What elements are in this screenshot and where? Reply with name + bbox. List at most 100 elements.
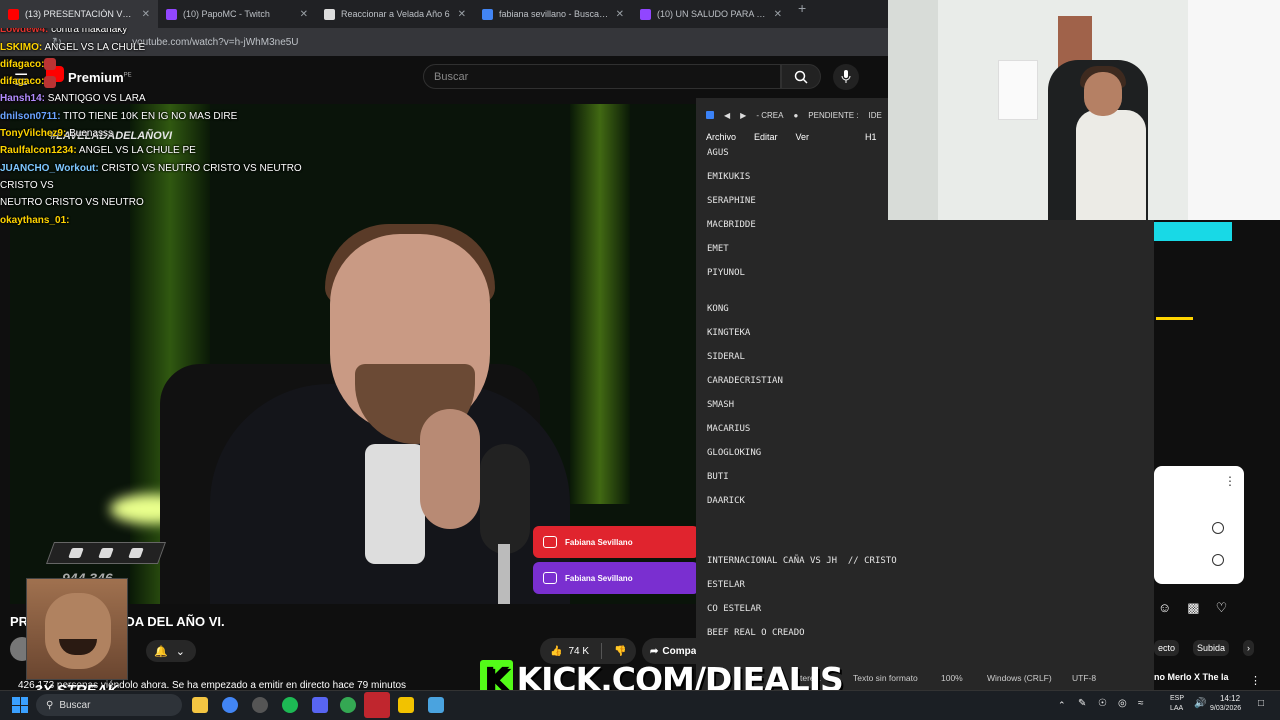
browser-tab[interactable]: (10) PapoMC - Twitch ✕: [158, 0, 316, 28]
notepad-tab[interactable]: IDE: [869, 111, 882, 120]
notepad-line: AGUS: [707, 148, 729, 158]
notepad-menu: Archivo Editar Ver H1: [696, 128, 888, 146]
search-input[interactable]: Buscar: [423, 64, 781, 89]
youtube-icon: [543, 536, 557, 548]
pen-icon[interactable]: ✎: [1078, 698, 1086, 709]
chat-text: TITO TIENE 10K EN IG NO MAS DIRE: [60, 110, 238, 122]
chat-message: difagaco:: [0, 73, 340, 90]
browser-tab[interactable]: (13) PRESENTACIÓN VELADA ✕: [0, 0, 158, 28]
emoji-icon[interactable]: ☺: [1158, 600, 1171, 616]
thumbs-up-icon[interactable]: 👍: [550, 646, 562, 657]
rec-title: no Merlo X The la: [1154, 672, 1229, 682]
chat-username[interactable]: difagaco:: [0, 59, 44, 70]
start-button[interactable]: [12, 697, 28, 713]
chrome-icon[interactable]: [222, 697, 238, 713]
social-icons-banner: [45, 542, 167, 564]
system-tray: ⌃ ✎ ☉ ◎ ≈ ESP LAA 🔊 14:12 9/03/2026 □: [1054, 694, 1274, 716]
spotify-icon[interactable]: [282, 697, 298, 713]
poll-option-radio[interactable]: [1212, 554, 1224, 566]
notepad-icon: [706, 111, 714, 119]
chat-username[interactable]: JUANCHO_Workout:: [0, 163, 99, 174]
poll-option-radio[interactable]: [1212, 522, 1224, 534]
clock-time[interactable]: 14:12: [1220, 694, 1240, 703]
close-tab-icon[interactable]: ✕: [300, 9, 308, 20]
tiktok-icon: [68, 548, 84, 558]
thumbs-down-icon[interactable]: 👎: [614, 646, 626, 657]
browser-tab[interactable]: (10) UN SALUDO PARA PUÑOS ✕: [632, 0, 790, 28]
chat-message: LSKIMO: ANGEL VS LA CHULE: [0, 39, 340, 56]
close-tab-icon[interactable]: ✕: [142, 9, 150, 20]
chat-username[interactable]: LSKIMO:: [0, 42, 42, 53]
chat-banner: [1154, 222, 1232, 241]
volume-icon[interactable]: 🔊: [1194, 698, 1206, 709]
tab-scroll-left[interactable]: ◀: [724, 111, 730, 120]
text-format: Texto sin formato: [853, 673, 918, 683]
taskbar-search[interactable]: ⚲ Buscar: [36, 694, 182, 716]
tab-favicon-icon: [166, 8, 177, 20]
notepad-line: EMET: [707, 244, 729, 254]
notepad-tab[interactable]: - CREA: [756, 111, 783, 120]
chat-username[interactable]: Raulfalcon1234:: [0, 145, 77, 156]
language-code[interactable]: ESP: [1170, 695, 1184, 702]
chat-message: okaythans_01:: [0, 212, 340, 229]
unsaved-dot-icon: ●: [793, 110, 799, 120]
chat-text: Buenasss: [66, 128, 114, 140]
notification-icon[interactable]: □: [1258, 698, 1264, 709]
voice-search-button[interactable]: [833, 64, 859, 90]
tab-title: (13) PRESENTACIÓN VELADA: [25, 9, 137, 19]
close-tab-icon[interactable]: ✕: [458, 9, 466, 20]
obs-icon[interactable]: [252, 697, 268, 713]
notepad-line: GLOGLOKING: [707, 448, 762, 458]
more-options-icon[interactable]: ⋮: [1250, 674, 1261, 687]
chip[interactable]: ecto: [1154, 640, 1180, 656]
close-tab-icon[interactable]: ✕: [774, 9, 782, 20]
tab-scroll-right[interactable]: ▶: [740, 111, 746, 120]
chat-message: JUANCHO_Workout: CRISTO VS NEUTRO CRISTO…: [0, 160, 340, 195]
chevron-up-icon[interactable]: ⌃: [1058, 700, 1066, 711]
notepad-line: EMIKUKIS: [707, 172, 751, 182]
chat-text: ANGEL VS LA CHULE: [42, 41, 146, 53]
menu-archivo[interactable]: Archivo: [706, 132, 736, 142]
network-icon[interactable]: ☉: [1098, 698, 1107, 709]
chat-username[interactable]: okaythans_01:: [0, 215, 69, 226]
chat-message: Hansh14: SANTIQGO VS LARA: [0, 90, 340, 107]
clock-date: 9/03/2026: [1210, 705, 1242, 712]
browser-tab[interactable]: Reaccionar a Velada Año 6 ✕: [316, 0, 474, 28]
youtube-handle-pill: Fabiana Sevillano: [533, 526, 696, 558]
filter-chips: ecto Subida ›: [1154, 640, 1255, 656]
notification-bell-button[interactable]: 🔔 ⌄: [146, 640, 196, 662]
streaming-app-icon[interactable]: [364, 692, 390, 718]
chevron-right-icon[interactable]: ›: [1243, 640, 1255, 656]
menu-ver[interactable]: Ver: [796, 132, 810, 142]
flag-emojis: ▬▬▬▬: [1156, 312, 1193, 323]
warning-app-icon[interactable]: [398, 697, 414, 713]
close-tab-icon[interactable]: ✕: [616, 9, 624, 20]
chat-username[interactable]: dnilson0711:: [0, 111, 61, 122]
browser-tab[interactable]: fabiana sevillano - Buscar con G ✕: [474, 0, 632, 28]
chat-username[interactable]: difagaco:: [0, 76, 44, 87]
menu-editar[interactable]: Editar: [754, 132, 778, 142]
discord-icon[interactable]: [312, 697, 328, 713]
tab-favicon-icon: [324, 8, 335, 20]
chrome-icon[interactable]: [340, 697, 356, 713]
chat-username[interactable]: TonyVilchez9:: [0, 128, 66, 139]
file-explorer-icon[interactable]: [192, 697, 208, 713]
app-tray-icon[interactable]: ◎: [1118, 698, 1127, 709]
new-tab-button[interactable]: +: [790, 0, 806, 28]
browser-tabs: (13) PRESENTACIÓN VELADA✕(10) PapoMC - T…: [0, 0, 806, 28]
chat-username[interactable]: Hansh14:: [0, 93, 45, 104]
microphone-icon: [841, 70, 851, 83]
heart-icon[interactable]: ♡: [1216, 600, 1228, 616]
tab-title: (10) PapoMC - Twitch: [183, 9, 270, 19]
notepad-taskbar-icon[interactable]: [428, 697, 444, 713]
super-chat-icon[interactable]: ▩: [1187, 600, 1199, 616]
recommended-title[interactable]: no Merlo X The la: [1154, 672, 1229, 682]
heading-dropdown[interactable]: H1: [865, 132, 877, 142]
chip[interactable]: Subida: [1193, 640, 1230, 656]
like-count: 74 K: [568, 645, 590, 657]
more-options-icon[interactable]: ⋮: [1224, 474, 1236, 488]
notepad-tab[interactable]: PENDIENTE :: [808, 111, 858, 120]
search-button[interactable]: [781, 64, 821, 89]
wifi-icon[interactable]: ≈: [1138, 698, 1144, 709]
notepad-line: MACBRIDDE: [707, 220, 756, 230]
